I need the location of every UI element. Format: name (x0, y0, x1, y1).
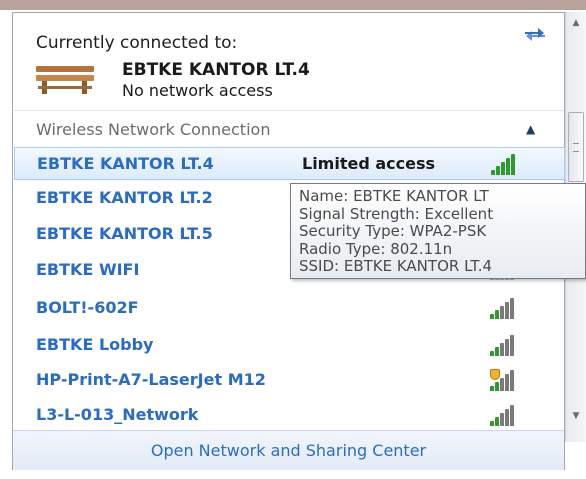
network-name: BOLT!-602F (36, 298, 139, 317)
open-network-sharing-center-link[interactable]: Open Network and Sharing Center (13, 441, 564, 460)
tooltip-name-line: Name: EBTKE KANTOR LT (299, 187, 489, 205)
network-name: EBTKE Lobby (36, 335, 154, 354)
network-details-tooltip: Name: EBTKE KANTOR LT Signal Strength: E… (290, 183, 586, 279)
network-name: EBTKE KANTOR LT.2 (36, 188, 213, 207)
network-name: L3-L-013_Network (36, 405, 199, 424)
network-row[interactable]: EBTKE KANTOR LT.4 Limited access (14, 147, 565, 180)
signal-strength-icon (490, 369, 516, 391)
current-network-status: No network access (122, 81, 273, 100)
tooltip-ssid-line: SSID: EBTKE KANTOR LT.4 (299, 257, 493, 275)
tooltip-security-line: Security Type: WPA2-PSK (299, 222, 487, 240)
refresh-icon[interactable] (522, 25, 548, 43)
footer-bar: Open Network and Sharing Center (13, 430, 564, 470)
network-status: Limited access (302, 154, 436, 173)
scroll-up-arrow-icon[interactable]: ▲ (566, 14, 586, 32)
network-name: EBTKE KANTOR LT.4 (37, 154, 214, 173)
network-row[interactable]: EBTKE Lobby (14, 329, 565, 362)
divider (14, 110, 564, 111)
network-row[interactable]: HP-Print-A7-LaserJet M12 (14, 364, 565, 397)
chevron-up-icon[interactable]: ▲ (526, 122, 535, 136)
bench-icon (34, 62, 98, 96)
network-name: EBTKE WIFI (36, 260, 140, 279)
current-network-name: EBTKE KANTOR LT.4 (122, 60, 310, 80)
signal-strength-icon (491, 153, 517, 175)
network-name: HP-Print-A7-LaserJet M12 (36, 370, 266, 389)
network-row[interactable]: BOLT!-602F (14, 292, 565, 325)
tooltip-radio-line: Radio Type: 802.11n (299, 239, 453, 258)
section-title: Wireless Network Connection (36, 120, 271, 139)
tooltip-signal-line: Signal Strength: Excellent (299, 204, 494, 223)
connected-label: Currently connected to: (36, 33, 238, 53)
network-name: EBTKE KANTOR LT.5 (36, 224, 213, 243)
scroll-thumb[interactable] (568, 112, 584, 182)
signal-strength-icon (490, 297, 516, 319)
signal-strength-icon (490, 404, 516, 426)
network-row[interactable]: L3-L-013_Network (14, 399, 565, 432)
signal-strength-icon (490, 334, 516, 356)
scroll-down-arrow-icon[interactable]: ▼ (566, 407, 586, 425)
unsecured-warning-icon (490, 369, 500, 380)
